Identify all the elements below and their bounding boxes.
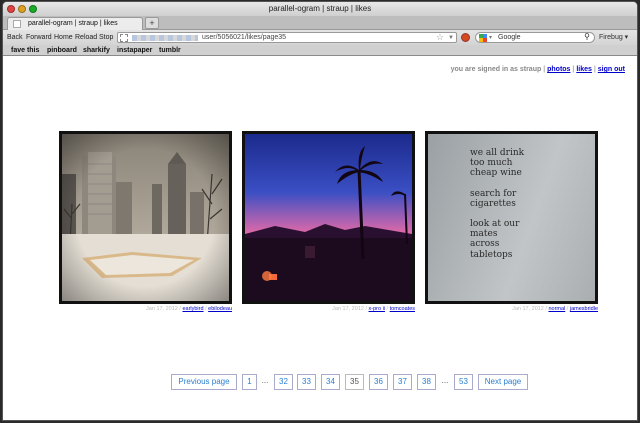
page-link-53[interactable]: 53 (454, 374, 473, 390)
title-bar: parallel-ogram | straup | likes (3, 2, 637, 16)
reload-button[interactable]: Reload (75, 30, 97, 45)
poem-line: across (470, 239, 500, 250)
adblock-icon[interactable] (461, 33, 470, 42)
bookmarks-bar: fave this pinboard sharkify instapaper t… (3, 45, 637, 56)
pagination: Previous page 1 ... 32 33 34 35 36 37 38… (3, 374, 637, 390)
zoom-window-button[interactable] (29, 5, 37, 13)
search-engine-dropdown-icon[interactable]: ▾ (489, 33, 492, 43)
user-link[interactable]: ebilodeau (208, 306, 232, 312)
page-link-37[interactable]: 37 (393, 374, 412, 390)
signin-text: you are signed in as straup (450, 66, 542, 73)
url-redacted-host (132, 35, 198, 41)
site-identity-icon[interactable] (120, 34, 128, 42)
url-text: user/5056021/likes/page35 (202, 34, 287, 41)
url-history-dropdown-icon[interactable]: ▼ (448, 33, 454, 43)
bookmark-pinboard[interactable]: pinboard (47, 45, 77, 56)
forward-button[interactable]: Forward (26, 30, 52, 45)
likes-link[interactable]: likes (576, 66, 592, 73)
firebug-button[interactable]: Firebug ▾ (599, 30, 628, 45)
close-window-button[interactable] (7, 5, 15, 13)
window-title: parallel-ogram | straup | likes (268, 4, 372, 13)
bookmark-tumblr[interactable]: tumblr (159, 45, 181, 56)
photo-date: Jan 17, 2012 (512, 306, 544, 312)
search-placeholder: Google (498, 34, 521, 41)
poem-text: we all drink too much cheap wine search … (470, 148, 524, 260)
page-link-36[interactable]: 36 (369, 374, 388, 390)
stop-button[interactable]: Stop (99, 30, 113, 45)
navigation-bar: Back Forward Home Reload Stop user/50560… (3, 30, 637, 45)
photo-earlybird-ebilodeau[interactable] (59, 131, 232, 304)
photo-caption: Jan 17, 2012 / normal / jamesbridle (512, 306, 598, 312)
window-controls (7, 5, 37, 13)
photo-normal-jamesbridle[interactable]: we all drink too much cheap wine search … (425, 131, 598, 304)
photo-date: Jan 17, 2012 (146, 306, 178, 312)
current-page: 35 (345, 374, 364, 390)
filter-link[interactable]: normal (548, 306, 565, 312)
user-link[interactable]: tomcoates (390, 306, 415, 312)
new-tab-button[interactable]: + (145, 17, 159, 29)
home-button[interactable]: Home (54, 30, 73, 45)
poem-line: we all drink (470, 148, 525, 158)
poem-line: search for (470, 188, 517, 199)
signin-status: you are signed in as straup | photos | l… (450, 66, 625, 73)
photo-date: Jan 17, 2012 (332, 306, 364, 312)
search-icon[interactable]: ⚲ (584, 32, 590, 42)
bookmark-fave-this[interactable]: fave this (11, 45, 39, 56)
bookmark-star-icon[interactable]: ☆ (436, 32, 444, 42)
pagination-ellipsis: ... (259, 374, 271, 390)
pagination-ellipsis: ... (439, 374, 451, 390)
poem-line (470, 179, 524, 189)
photo-caption: Jan 17, 2012 / x-pro ii / tomcoates (332, 306, 415, 312)
snowy-city-image (62, 134, 229, 301)
bookmark-sharkify[interactable]: sharkify (83, 45, 110, 56)
photo-xpro-tomcoates[interactable] (242, 131, 415, 304)
firebug-label: Firebug (599, 34, 623, 41)
back-button[interactable]: Back (7, 30, 23, 45)
photos-link[interactable]: photos (547, 66, 570, 73)
sign-out-link[interactable]: sign out (598, 66, 625, 73)
page-link-33[interactable]: 33 (297, 374, 316, 390)
poem-line (470, 209, 524, 219)
page-link-1[interactable]: 1 (242, 374, 257, 390)
poem-line: too much (470, 158, 513, 169)
user-link[interactable]: jamesbridle (570, 306, 598, 312)
minimize-window-button[interactable] (18, 5, 26, 13)
filter-link[interactable]: earlybird (182, 306, 203, 312)
google-logo-icon[interactable] (479, 34, 487, 42)
next-page-button[interactable]: Next page (478, 374, 528, 390)
search-input[interactable]: ▾ Google ⚲ (475, 32, 595, 43)
poem-line: look at our (470, 219, 520, 230)
tab-label: parallel-ogram | straup | likes (28, 20, 118, 27)
palm-sunset-image (245, 134, 412, 301)
page-link-38[interactable]: 38 (417, 374, 436, 390)
poem-line: mates (470, 229, 498, 240)
photo-caption: Jan 17, 2012 / earlybird / ebilodeau (146, 306, 232, 312)
bookmark-instapaper[interactable]: instapaper (117, 45, 152, 56)
url-input[interactable]: user/5056021/likes/page35 ☆ ▼ (117, 32, 457, 43)
tab-strip: parallel-ogram | straup | likes + (3, 16, 637, 30)
previous-page-button[interactable]: Previous page (171, 374, 237, 390)
filter-link[interactable]: x-pro ii (369, 306, 386, 312)
page-link-34[interactable]: 34 (321, 374, 340, 390)
browser-window: parallel-ogram | straup | likes parallel… (2, 1, 638, 421)
page-link-32[interactable]: 32 (274, 374, 293, 390)
tab-current[interactable]: parallel-ogram | straup | likes (7, 17, 143, 30)
page-favicon-icon (13, 20, 21, 28)
poem-line: cigarettes (470, 198, 516, 209)
poem-line: cheap wine (470, 168, 522, 179)
page-content: you are signed in as straup | photos | l… (3, 57, 637, 420)
poem-line: tabletops (470, 249, 513, 260)
